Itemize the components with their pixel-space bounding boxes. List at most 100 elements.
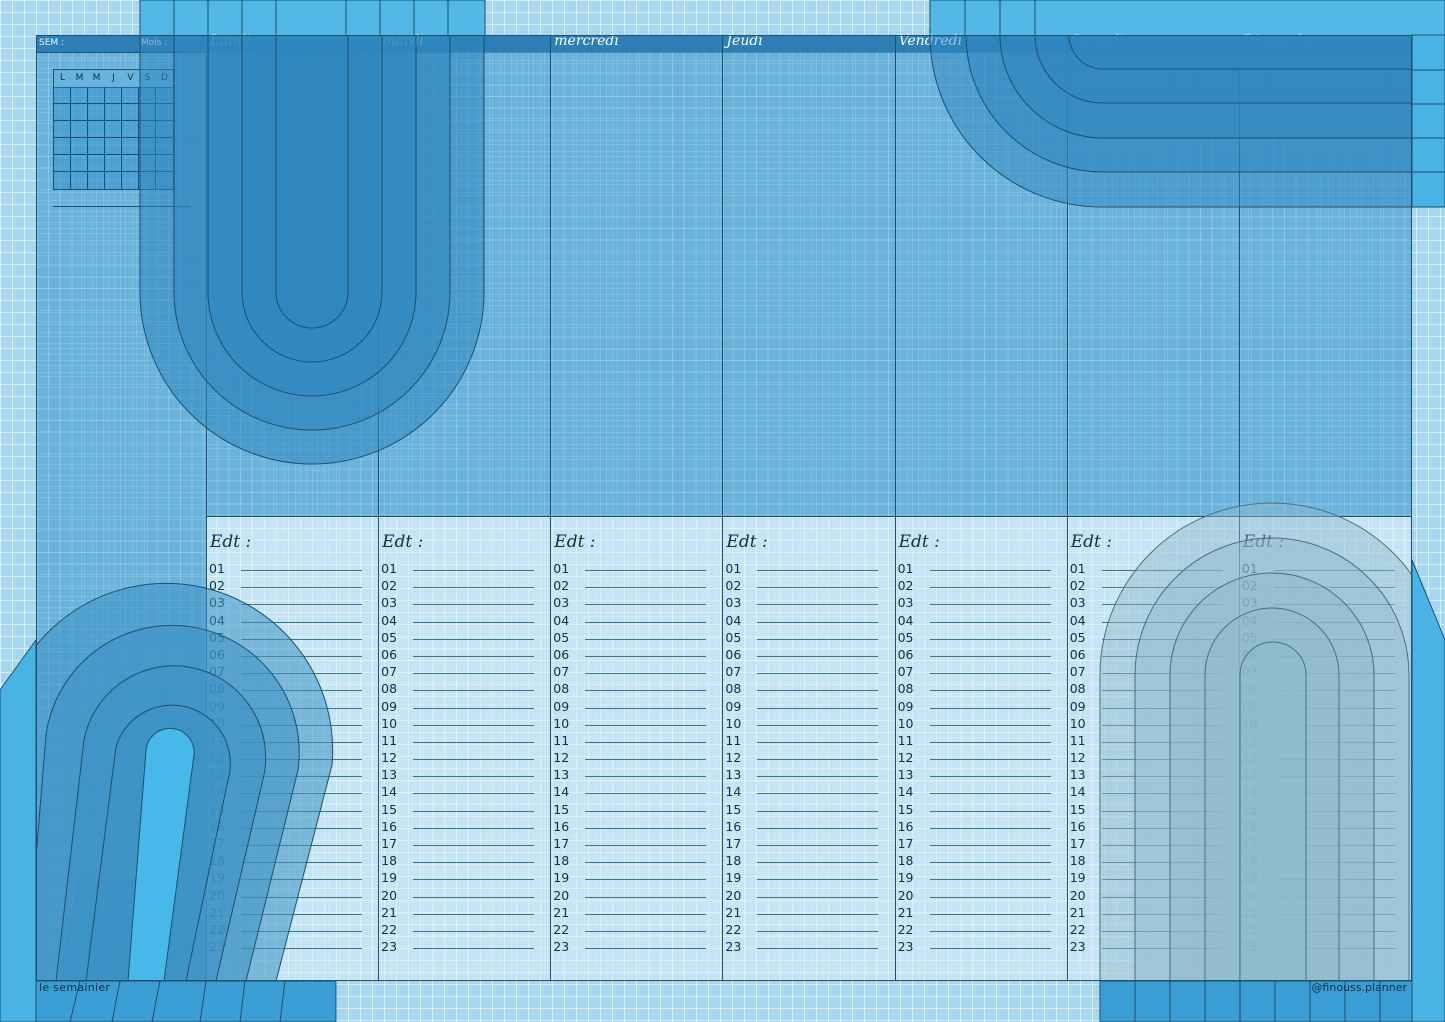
hour-row[interactable]: 03 — [898, 595, 1067, 612]
hour-write-line[interactable] — [1273, 621, 1395, 623]
hour-row[interactable]: 02 — [553, 578, 722, 595]
hour-row[interactable]: 19 — [1242, 870, 1411, 887]
hour-row[interactable]: 10 — [725, 716, 894, 733]
hour-row[interactable]: 12 — [553, 750, 722, 767]
hour-row[interactable]: 16 — [1242, 819, 1411, 836]
hour-write-line[interactable] — [757, 587, 879, 589]
hour-write-line[interactable] — [585, 948, 707, 950]
hour-write-line[interactable] — [1101, 604, 1223, 606]
hour-row[interactable]: 07 — [725, 664, 894, 681]
hour-write-line[interactable] — [1101, 776, 1223, 778]
hour-write-line[interactable] — [413, 913, 535, 915]
hour-row[interactable]: 10 — [1242, 716, 1411, 733]
day-notes-area[interactable] — [895, 52, 1067, 517]
hour-write-line[interactable] — [1273, 896, 1395, 898]
hour-row[interactable]: 02 — [1242, 578, 1411, 595]
hour-write-line[interactable] — [241, 776, 362, 778]
hour-write-line[interactable] — [757, 930, 879, 932]
hour-write-line[interactable] — [241, 879, 362, 881]
hour-write-line[interactable] — [585, 810, 707, 812]
mini-calendar-cell[interactable] — [122, 121, 139, 138]
hour-write-line[interactable] — [585, 862, 707, 864]
hour-row[interactable]: 14 — [1242, 784, 1411, 801]
hour-row[interactable]: 03 — [381, 595, 550, 612]
hour-write-line[interactable] — [1273, 879, 1395, 881]
hour-write-line[interactable] — [241, 759, 362, 761]
mini-calendar-cell[interactable] — [139, 155, 156, 172]
hour-row[interactable]: 21 — [898, 905, 1067, 922]
hour-row[interactable]: 22 — [898, 922, 1067, 939]
hour-write-line[interactable] — [1273, 741, 1395, 743]
hour-row[interactable]: 17 — [725, 836, 894, 853]
hour-row[interactable]: 15 — [725, 802, 894, 819]
hour-write-line[interactable] — [757, 845, 879, 846]
hour-row[interactable]: 05 — [381, 630, 550, 647]
hour-write-line[interactable] — [757, 604, 879, 606]
mini-calendar-cell[interactable] — [139, 172, 156, 189]
hour-write-line[interactable] — [1101, 913, 1223, 915]
mini-calendar-cell[interactable] — [71, 87, 88, 104]
hour-write-line[interactable] — [1101, 759, 1223, 761]
hour-row[interactable]: 15 — [553, 802, 722, 819]
hour-row[interactable]: 04 — [725, 613, 894, 630]
hour-write-line[interactable] — [585, 587, 707, 589]
hour-row[interactable]: 04 — [898, 613, 1067, 630]
hour-row[interactable]: 08 — [898, 681, 1067, 698]
hour-write-line[interactable] — [413, 638, 535, 640]
hour-row[interactable]: 18 — [381, 853, 550, 870]
hour-write-line[interactable] — [929, 707, 1051, 709]
hour-write-line[interactable] — [1101, 930, 1223, 932]
mini-calendar-cell[interactable] — [156, 87, 173, 104]
hour-write-line[interactable] — [1101, 570, 1223, 571]
hour-row[interactable]: 05 — [1070, 630, 1239, 647]
mini-calendar-cell[interactable] — [71, 104, 88, 121]
hour-write-line[interactable] — [241, 570, 362, 571]
hour-row[interactable]: 09 — [898, 699, 1067, 716]
hour-write-line[interactable] — [585, 741, 707, 743]
hour-row[interactable]: 20 — [898, 888, 1067, 905]
hour-write-line[interactable] — [585, 827, 707, 829]
mini-calendar-cell[interactable] — [105, 155, 122, 172]
hour-row[interactable]: 07 — [553, 664, 722, 681]
hour-row[interactable]: 08 — [725, 681, 894, 698]
hour-row[interactable]: 03 — [1070, 595, 1239, 612]
hour-write-line[interactable] — [413, 810, 535, 812]
hour-write-line[interactable] — [241, 587, 362, 589]
mini-calendar-cell[interactable] — [54, 104, 71, 121]
hour-row[interactable]: 03 — [553, 595, 722, 612]
hour-write-line[interactable] — [413, 845, 535, 846]
hour-row[interactable]: 21 — [553, 905, 722, 922]
mini-calendar-cell[interactable] — [105, 87, 122, 104]
hour-row[interactable]: 06 — [898, 647, 1067, 664]
hour-write-line[interactable] — [413, 570, 535, 571]
hour-row[interactable]: 11 — [1242, 733, 1411, 750]
hour-row[interactable]: 04 — [553, 613, 722, 630]
hour-write-line[interactable] — [241, 862, 362, 864]
hour-write-line[interactable] — [413, 759, 535, 761]
hour-write-line[interactable] — [413, 948, 535, 950]
hour-row[interactable]: 13 — [381, 767, 550, 784]
hour-row[interactable]: 02 — [209, 578, 378, 595]
hour-row[interactable]: 10 — [1070, 716, 1239, 733]
mini-calendar-cell[interactable] — [54, 87, 71, 104]
hour-write-line[interactable] — [929, 655, 1051, 657]
hour-write-line[interactable] — [1273, 673, 1395, 675]
hour-row[interactable]: 08 — [1242, 681, 1411, 698]
hour-row[interactable]: 23 — [1070, 939, 1239, 956]
hour-row[interactable]: 12 — [1070, 750, 1239, 767]
hour-write-line[interactable] — [757, 879, 879, 881]
hour-row[interactable]: 09 — [1070, 699, 1239, 716]
hour-row[interactable]: 14 — [209, 784, 378, 801]
hour-row[interactable]: 14 — [1070, 784, 1239, 801]
hour-write-line[interactable] — [1273, 827, 1395, 829]
hour-row[interactable]: 05 — [209, 630, 378, 647]
hour-row[interactable]: 06 — [553, 647, 722, 664]
hour-write-line[interactable] — [929, 930, 1051, 932]
hour-row[interactable]: 16 — [1070, 819, 1239, 836]
mini-calendar-cell[interactable] — [88, 138, 105, 155]
hour-write-line[interactable] — [413, 776, 535, 778]
hour-write-line[interactable] — [585, 655, 707, 657]
hour-row[interactable]: 04 — [209, 613, 378, 630]
hour-write-line[interactable] — [757, 707, 879, 709]
hour-row[interactable]: 05 — [553, 630, 722, 647]
